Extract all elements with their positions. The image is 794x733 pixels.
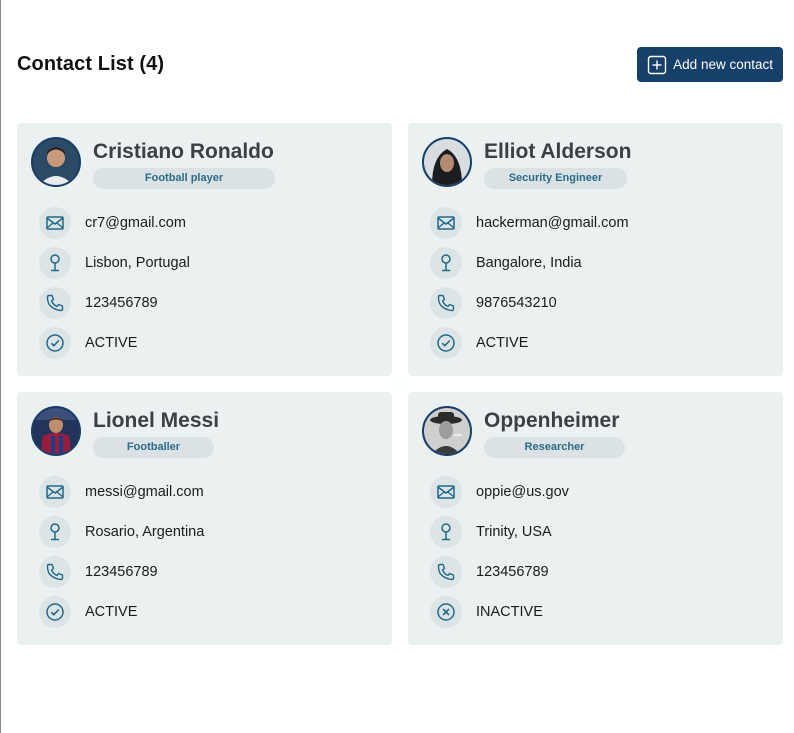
page-header: Contact List (4) Add new contact	[17, 47, 783, 82]
contact-location: Trinity, USA	[476, 524, 552, 540]
phone-icon	[430, 556, 462, 588]
contact-card-header: Oppenheimer Researcher	[422, 406, 769, 462]
map-pin-icon	[430, 516, 462, 548]
role-badge: Footballer	[93, 437, 214, 458]
location-row: Bangalore, India	[422, 243, 769, 283]
avatar	[31, 137, 81, 187]
email-row: messi@gmail.com	[31, 472, 378, 512]
contact-email[interactable]: hackerman@gmail.com	[476, 215, 629, 231]
plus-square-icon	[647, 55, 667, 75]
contact-name: Lionel Messi	[93, 409, 220, 432]
mail-icon	[430, 207, 462, 239]
email-row: oppie@us.gov	[422, 472, 769, 512]
contact-phone[interactable]: 123456789	[85, 295, 158, 311]
map-pin-icon	[39, 516, 71, 548]
phone-icon	[39, 287, 71, 319]
add-new-contact-label: Add new contact	[673, 57, 773, 72]
contact-card[interactable]: Cristiano Ronaldo Football player cr7@gm…	[17, 123, 392, 376]
contact-phone[interactable]: 123456789	[476, 564, 549, 580]
contact-status: ACTIVE	[476, 335, 529, 351]
check-circle-icon	[430, 327, 462, 359]
contact-grid: Cristiano Ronaldo Football player cr7@gm…	[17, 123, 783, 645]
avatar	[422, 406, 472, 456]
location-row: Trinity, USA	[422, 512, 769, 552]
contact-card-header: Lionel Messi Footballer	[31, 406, 378, 462]
mail-icon	[39, 476, 71, 508]
contact-status: ACTIVE	[85, 335, 138, 351]
email-row: hackerman@gmail.com	[422, 203, 769, 243]
contact-phone[interactable]: 9876543210	[476, 295, 557, 311]
phone-row: 123456789	[31, 283, 378, 323]
add-new-contact-button[interactable]: Add new contact	[637, 47, 783, 82]
status-row: INACTIVE	[422, 592, 769, 632]
contact-card[interactable]: Elliot Alderson Security Engineer hacker…	[408, 123, 783, 376]
mail-icon	[39, 207, 71, 239]
mail-icon	[430, 476, 462, 508]
role-badge: Football player	[93, 168, 275, 189]
contact-card[interactable]: Lionel Messi Footballer messi@gmail.com …	[17, 392, 392, 645]
location-row: Lisbon, Portugal	[31, 243, 378, 283]
phone-row: 9876543210	[422, 283, 769, 323]
phone-icon	[430, 287, 462, 319]
contact-location: Rosario, Argentina	[85, 524, 205, 540]
contact-phone[interactable]: 123456789	[85, 564, 158, 580]
contact-email[interactable]: messi@gmail.com	[85, 484, 204, 500]
status-row: ACTIVE	[31, 592, 378, 632]
email-row: cr7@gmail.com	[31, 203, 378, 243]
avatar	[422, 137, 472, 187]
contact-card-header: Elliot Alderson Security Engineer	[422, 137, 769, 193]
avatar	[31, 406, 81, 456]
phone-row: 123456789	[31, 552, 378, 592]
contact-email[interactable]: cr7@gmail.com	[85, 215, 186, 231]
status-row: ACTIVE	[31, 323, 378, 363]
phone-row: 123456789	[422, 552, 769, 592]
contact-name: Elliot Alderson	[484, 140, 632, 163]
left-border	[0, 0, 1, 733]
page-title: Contact List (4)	[17, 53, 165, 75]
role-badge: Security Engineer	[484, 168, 627, 189]
contact-name: Oppenheimer	[484, 409, 620, 432]
contact-location: Lisbon, Portugal	[85, 255, 190, 271]
contact-location: Bangalore, India	[476, 255, 582, 271]
contact-email[interactable]: oppie@us.gov	[476, 484, 569, 500]
contact-status: ACTIVE	[85, 604, 138, 620]
map-pin-icon	[430, 247, 462, 279]
location-row: Rosario, Argentina	[31, 512, 378, 552]
x-circle-icon	[430, 596, 462, 628]
contact-card[interactable]: Oppenheimer Researcher oppie@us.gov Trin…	[408, 392, 783, 645]
status-row: ACTIVE	[422, 323, 769, 363]
contact-name: Cristiano Ronaldo	[93, 140, 274, 163]
contact-status: INACTIVE	[476, 604, 543, 620]
map-pin-icon	[39, 247, 71, 279]
check-circle-icon	[39, 596, 71, 628]
phone-icon	[39, 556, 71, 588]
contact-card-header: Cristiano Ronaldo Football player	[31, 137, 378, 193]
check-circle-icon	[39, 327, 71, 359]
role-badge: Researcher	[484, 437, 625, 458]
